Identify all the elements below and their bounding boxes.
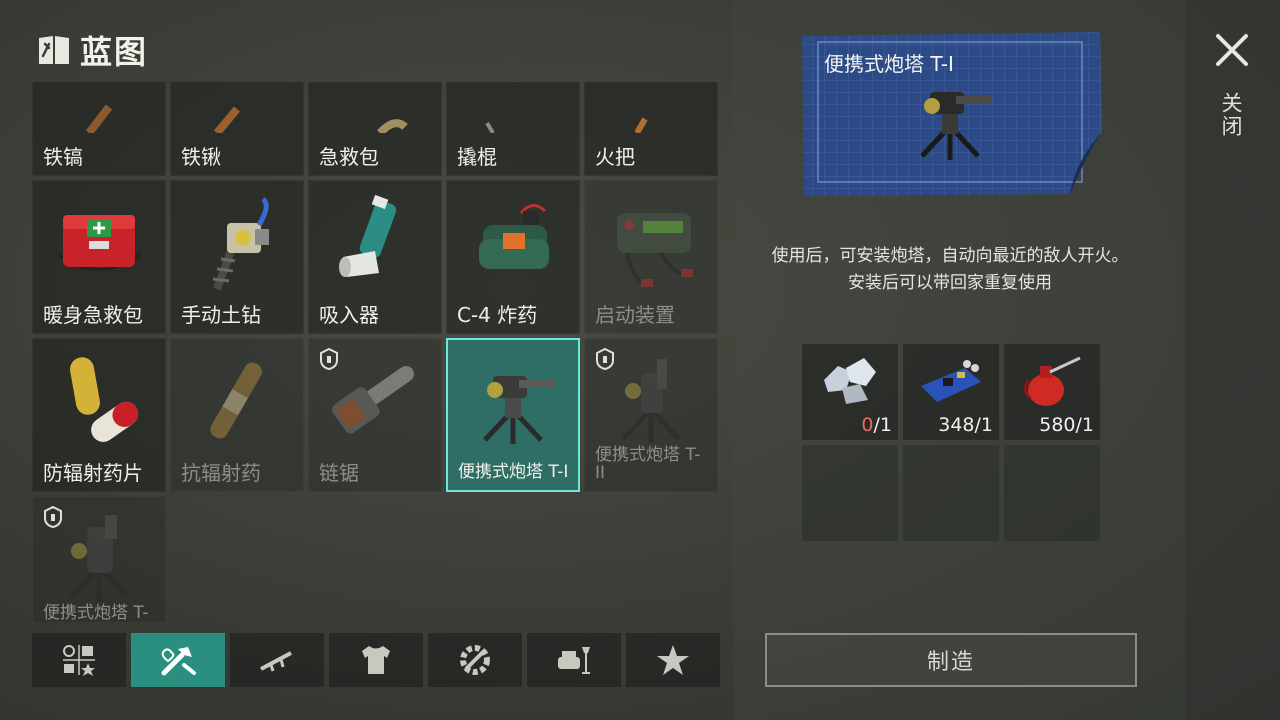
material-need: /1 [1075,414,1095,436]
blueprint-grid[interactable]: 铁镐 铁锹 急救包 撬棍 火把 暖身急救包 手动土钻 吸入器 C-4 炸药 启动… [32,82,720,622]
blueprint-item-ampoule[interactable]: 抗辐射药 [170,338,304,492]
rifle-icon [260,651,292,672]
pills-icon [70,357,139,442]
blueprint-item-first-aid[interactable]: 急救包 [308,82,442,176]
blueprint-item-label: 吸入器 [319,303,379,327]
material-count: 0/1 [861,414,892,436]
header: 蓝图 [36,28,148,72]
description-line: 使用后，可安装炮塔，自动向最近的敌人开火。 [771,246,1129,266]
blueprint-item-label: 铁锹 [181,145,221,169]
item-description: 使用后，可安装炮塔，自动向最近的敌人开火。 安装后可以带回家重复使用 [760,243,1140,297]
material-have: 348 [938,414,975,436]
category-tabs [32,633,720,687]
tab-weapons[interactable] [230,633,324,687]
close-label[interactable]: 关闭 [1219,92,1246,138]
tab-components[interactable] [428,633,522,687]
tab-furniture[interactable] [527,633,621,687]
jump-starter-icon [617,213,693,287]
blueprint-item-label: 便携式炮塔 T-III [43,603,149,622]
torch-icon [634,117,648,133]
crowbar-icon [485,121,495,133]
material-slot-empty [1004,445,1100,541]
material-slot-empty [903,445,999,541]
material-slot[interactable]: 348/1 [903,344,999,440]
category-grid-icon [63,645,95,676]
material-have: 580 [1039,414,1076,436]
blueprint-item-red-medkit[interactable]: 暖身急救包 [32,180,166,334]
material-have: 0 [861,414,874,436]
tab-all[interactable] [32,633,126,687]
craft-button[interactable]: 制造 [765,633,1137,687]
blueprint-item-crowbar[interactable]: 撬棍 [446,82,580,176]
blueprint-item-label: 启动装置 [595,303,675,327]
blueprint-item-label: 急救包 [319,145,379,169]
material-need: /1 [974,414,994,436]
blueprint-book-icon [39,36,69,64]
blueprint-item-label: 便携式炮塔 T-II [595,445,701,484]
turret-icon [483,376,555,444]
blueprint-item-label: 防辐射药片 [43,461,143,485]
metal-scrap-icon [824,358,876,404]
inhaler-icon [339,195,397,277]
tab-tools[interactable] [131,633,225,687]
blueprint-item-label: 抗辐射药 [181,461,261,485]
shirt-icon [362,646,390,674]
blueprint-item-c4[interactable]: C-4 炸药 [446,180,580,334]
tab-clothing[interactable] [329,633,423,687]
turret-icon [621,359,681,443]
blueprint-item-turret-t1[interactable]: 便携式炮塔 T-I [446,338,580,492]
pickaxe-icon [85,104,113,133]
circuit-board-icon [921,360,981,402]
chainsaw-icon [331,365,414,434]
blueprint-item-label: 链锯 [319,461,359,485]
tab-favorites[interactable] [626,633,720,687]
blueprint-item-pickaxe[interactable]: 铁镐 [32,82,166,176]
blueprint-item-label: 火把 [595,145,635,169]
hand-drill-icon [212,197,269,291]
blueprint-item-label: 手动土钻 [181,303,261,327]
blueprint-item-jump-starter[interactable]: 启动装置 [584,180,718,334]
red-medkit-icon [58,215,142,271]
gears-icon [460,645,490,675]
blueprint-item-inhaler[interactable]: 吸入器 [308,180,442,334]
blueprint-item-turret-t3[interactable]: 便携式炮塔 T-III [32,496,166,622]
first-aid-icon [377,119,408,133]
blueprint-item-label: 暖身急救包 [43,303,143,327]
turret-icon [69,515,129,601]
close-icon[interactable] [1214,32,1250,68]
material-count: 580/1 [1039,414,1094,436]
blueprint-item-label: 铁镐 [43,145,83,169]
blueprint-item-hand-drill[interactable]: 手动土钻 [170,180,304,334]
furniture-icon [558,647,590,674]
ampoule-icon [210,362,262,439]
blueprint-item-shovel[interactable]: 铁锹 [170,82,304,176]
material-slot[interactable]: 580/1 [1004,344,1100,440]
blueprint-item-pills[interactable]: 防辐射药片 [32,338,166,492]
shovel-icon [213,106,241,133]
blueprint-item-chainsaw[interactable]: 链锯 [308,338,442,492]
detail-title: 便携式炮塔 T-I [824,52,954,76]
blueprint-item-turret-t2[interactable]: 便携式炮塔 T-II [584,338,718,492]
material-slot-empty [802,445,898,541]
blueprint-item-label: 撬棍 [457,145,497,169]
description-line: 安装后可以带回家重复使用 [848,273,1052,293]
star-icon [657,645,689,675]
page-title: 蓝图 [80,33,149,71]
tools-heart-icon [161,647,196,676]
blueprint-item-label: C-4 炸药 [457,303,538,327]
c4-explosive-icon [479,204,549,269]
blueprint-item-torch[interactable]: 火把 [584,82,718,176]
materials-grid: 0/1 348/1 580/1 [802,344,1100,541]
oil-can-icon [1023,356,1081,406]
material-count: 348/1 [938,414,993,436]
blueprint-item-label: 便携式炮塔 T-I [458,462,569,483]
material-need: /1 [873,414,893,436]
material-slot[interactable]: 0/1 [802,344,898,440]
